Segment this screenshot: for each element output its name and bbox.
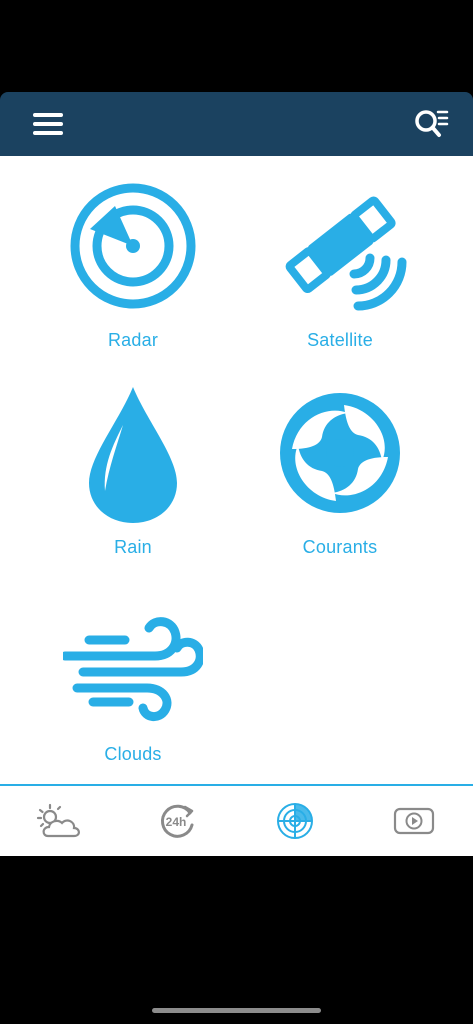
video-play-icon — [393, 807, 435, 835]
sun-cloud-icon — [36, 803, 80, 838]
tile-label: Clouds — [104, 744, 162, 764]
app-header — [0, 92, 473, 156]
tile-rain[interactable]: Rain — [15, 363, 251, 570]
search-list-icon — [415, 110, 449, 137]
tile-satellite[interactable]: Satellite — [222, 156, 458, 363]
hamburger-menu-icon — [33, 113, 63, 135]
raindrop-icon — [89, 387, 177, 523]
tile-courants[interactable]: Courants — [222, 363, 458, 570]
category-grid: Radar Satellite Rain Courants Clouds — [0, 156, 473, 784]
tab-radar[interactable] — [236, 786, 354, 856]
satellite-icon — [285, 196, 407, 311]
tile-label: Courants — [302, 537, 378, 557]
tile-label: Rain — [114, 537, 152, 557]
tile-label: Radar — [107, 330, 159, 350]
tile-clouds[interactable]: Clouds — [15, 570, 251, 777]
tab-forecast[interactable] — [0, 786, 118, 856]
wind-icon — [63, 617, 203, 721]
currents-icon — [280, 393, 400, 513]
radar-icon — [277, 803, 313, 839]
bottom-tab-bar: 24h — [0, 784, 473, 856]
menu-button[interactable] — [28, 108, 68, 140]
tab-video[interactable] — [355, 786, 473, 856]
search-button[interactable] — [411, 106, 451, 142]
tile-radar[interactable]: Radar — [15, 156, 251, 363]
home-indicator — [152, 1008, 321, 1013]
radar-icon — [70, 183, 196, 309]
tile-label: Satellite — [307, 330, 373, 350]
svg-text:24h: 24h — [166, 815, 187, 829]
24h-icon: 24h — [160, 804, 194, 838]
tab-24h[interactable]: 24h — [118, 786, 236, 856]
